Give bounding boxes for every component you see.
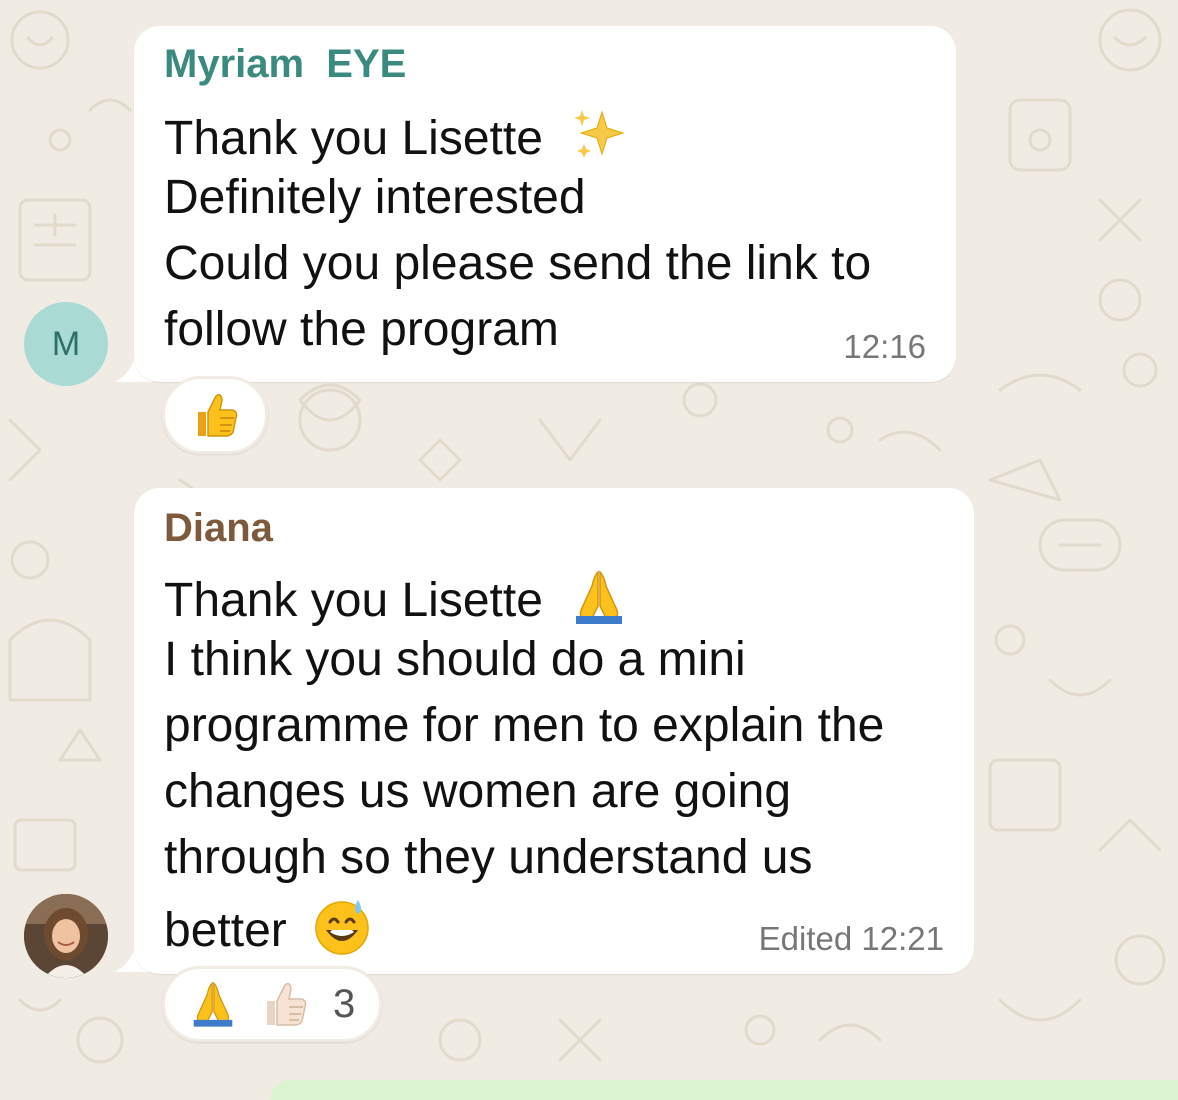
message-line: Could you please send the link to	[164, 237, 872, 290]
thumbs-up-light-icon	[267, 982, 307, 1026]
message-line: better	[164, 896, 372, 958]
message-line: changes us women are going	[164, 765, 792, 818]
message-bubble[interactable]: Diana Thank you Lisette I think you shou…	[134, 488, 974, 974]
message-line: through so they understand us	[164, 831, 813, 884]
sender-name[interactable]: Myriam EYE	[164, 42, 406, 87]
message-line: I think you should do a mini	[164, 633, 746, 686]
folded-hands-icon	[576, 570, 623, 624]
avatar-photo	[24, 894, 108, 978]
avatar[interactable]: M	[24, 302, 108, 386]
reaction-pill[interactable]	[162, 376, 268, 454]
message-line: programme for men to explain the	[164, 699, 885, 752]
message-time: Edited 12:21	[758, 920, 944, 957]
message-bubble[interactable]: Myriam EYE Thank you Lisette Definitely …	[134, 26, 956, 382]
message-text: Thank you Lisette	[164, 112, 543, 165]
folded-hands-icon	[193, 981, 233, 1027]
message-line: follow the program	[164, 303, 559, 356]
message-time: 12:16	[843, 328, 926, 365]
avatar-initial: M	[51, 324, 81, 363]
message-text: better	[164, 904, 287, 957]
avatar[interactable]	[24, 894, 108, 978]
sender-name[interactable]: Diana	[164, 506, 273, 551]
reaction-count: 3	[333, 981, 356, 1026]
message-text: Thank you Lisette	[164, 574, 543, 627]
message-line: Thank you Lisette	[164, 104, 628, 166]
sparkles-icon	[574, 110, 625, 158]
reaction-pill[interactable]: 3	[162, 966, 382, 1042]
message-list[interactable]: M Myriam EYE Thank you Lisette Definitel…	[0, 0, 1178, 1100]
thumbs-up-icon	[198, 393, 238, 437]
grinning-sweat-icon	[315, 900, 369, 955]
message-line: Thank you Lisette	[164, 566, 630, 628]
message-line: Definitely interested	[164, 171, 586, 224]
outgoing-message-bubble[interactable]	[270, 1080, 1178, 1100]
